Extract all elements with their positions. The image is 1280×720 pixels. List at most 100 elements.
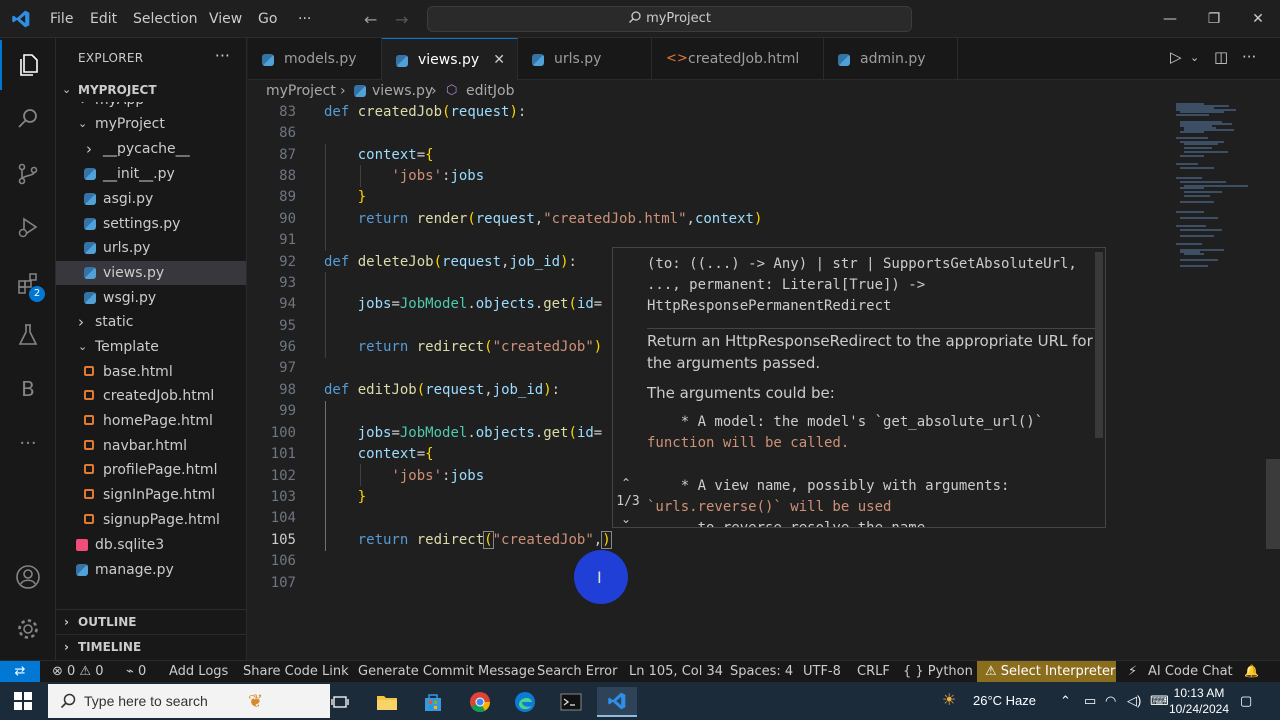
hover-bullet-model-cont: function will be called. <box>647 435 850 451</box>
explorer-activity[interactable] <box>0 40 56 90</box>
tree-item[interactable]: ⌄ myApp <box>56 102 246 112</box>
outline-section[interactable]: › OUTLINE <box>56 609 246 633</box>
run-python-file-button[interactable]: ▷ <box>1170 48 1182 66</box>
more-views-activity[interactable]: ··· <box>0 418 56 468</box>
remote-indicator[interactable]: ⇄ <box>0 661 40 683</box>
b-extension-activity[interactable]: B <box>0 364 56 414</box>
tree-item[interactable]: asgi.py <box>56 187 246 211</box>
tree-item[interactable]: __init__.py <box>56 162 246 186</box>
extensions-activity[interactable]: 2 <box>0 259 56 309</box>
line-ending-setting[interactable]: CRLF <box>857 661 890 682</box>
vertical-scrollbar-thumb[interactable] <box>1266 459 1280 549</box>
tab-admin-py[interactable]: admin.py <box>824 38 958 80</box>
edge-taskbar-button[interactable] <box>505 687 545 717</box>
tree-item[interactable]: › __pycache__ <box>56 137 246 161</box>
menu-selection[interactable]: Selection <box>133 0 198 38</box>
next-overload-chevron-icon[interactable]: ⌄ <box>621 512 631 526</box>
breadcrumb-root[interactable]: myProject <box>266 80 336 102</box>
search-activity[interactable] <box>0 93 56 143</box>
command-center-search[interactable]: myProject <box>427 6 912 32</box>
ai-code-chat-button[interactable]: AI Code Chat <box>1148 661 1233 682</box>
menu-view[interactable]: View <box>209 0 242 38</box>
task-view-button[interactable] <box>320 687 360 717</box>
tree-item[interactable]: homePage.html <box>56 409 246 433</box>
tree-item[interactable]: › static <box>56 310 246 334</box>
breadcrumb-file[interactable]: views.py <box>372 80 433 102</box>
hover-documentation-popup[interactable]: (to: ((...) -> Any) | str | SupportsGetA… <box>612 247 1106 528</box>
weather-text[interactable]: 26°C Haze <box>973 682 1036 720</box>
project-root-header[interactable]: ⌄ MYPROJECT <box>56 78 246 102</box>
windows-start-icon[interactable] <box>14 692 32 710</box>
tree-item[interactable]: db.sqlite3 <box>56 533 246 557</box>
back-arrow-icon[interactable]: ← <box>364 10 377 29</box>
previous-overload-chevron-icon[interactable]: ⌃ <box>621 476 631 490</box>
indentation-setting[interactable]: Spaces: 4 <box>730 661 793 682</box>
share-code-link-button[interactable]: Share Code Link <box>243 661 349 682</box>
microsoft-store-taskbar-button[interactable] <box>413 687 453 717</box>
menu-go[interactable]: Go <box>258 0 277 38</box>
tray-overflow-chevron-icon[interactable]: ⌃ <box>1060 682 1071 720</box>
run-dropdown-icon[interactable]: ⌄ <box>1190 51 1199 64</box>
vscode-taskbar-button[interactable] <box>597 687 637 717</box>
network-icon[interactable]: ▭ <box>1084 682 1096 720</box>
encoding-setting[interactable]: UTF-8 <box>803 661 841 682</box>
explorer-more-button[interactable]: ··· <box>215 46 230 65</box>
tree-item[interactable]: views.py <box>56 261 246 285</box>
tree-item[interactable]: urls.py <box>56 236 246 260</box>
hover-scrollbar-thumb[interactable] <box>1095 252 1103 438</box>
testing-activity[interactable] <box>0 310 56 360</box>
task-view-icon <box>331 696 349 708</box>
close-tab-icon[interactable]: ✕ <box>493 39 505 81</box>
ports-indicator[interactable]: ⌁ 0 <box>126 661 146 682</box>
file-explorer-taskbar-button[interactable] <box>367 687 407 717</box>
minimize-button[interactable]: — <box>1148 0 1192 38</box>
tree-item[interactable]: manage.py <box>56 558 246 582</box>
tree-item[interactable]: profilePage.html <box>56 458 246 482</box>
forward-arrow-icon[interactable]: → <box>395 10 408 29</box>
language-mode[interactable]: { } Python <box>903 661 973 682</box>
timeline-section[interactable]: › TIMELINE <box>56 634 246 658</box>
problems-indicator[interactable]: ⊗ 0 ⚠ 0 <box>52 661 104 682</box>
tab-urls-py[interactable]: urls.py <box>518 38 652 80</box>
menu-file[interactable]: File <box>50 0 73 38</box>
minimap[interactable] <box>1174 102 1266 302</box>
menu-more[interactable]: ··· <box>298 0 311 38</box>
wifi-icon[interactable]: ◠ <box>1105 682 1116 720</box>
restore-button[interactable]: ❐ <box>1192 0 1236 38</box>
generate-commit-message-button[interactable]: Generate Commit Message <box>358 661 535 682</box>
tree-item[interactable]: signInPage.html <box>56 483 246 507</box>
cursor-position[interactable]: Ln 105, Col 34 <box>629 661 723 682</box>
notification-center-icon[interactable]: ▢ <box>1240 682 1252 720</box>
split-editor-icon[interactable]: ◫ <box>1214 48 1228 66</box>
search-error-button[interactable]: Search Error <box>537 661 617 682</box>
taskbar-search-box[interactable]: Type here to search ❦ <box>48 684 330 718</box>
tree-item[interactable]: signupPage.html <box>56 508 246 532</box>
close-window-button[interactable]: ✕ <box>1236 0 1280 38</box>
breadcrumb-symbol[interactable]: editJob <box>466 80 514 102</box>
tab-models-py[interactable]: models.py <box>248 38 382 80</box>
terminal-taskbar-button[interactable] <box>551 687 591 717</box>
run-debug-activity[interactable] <box>0 202 56 252</box>
accounts-activity[interactable] <box>0 552 56 602</box>
chrome-taskbar-button[interactable] <box>460 687 500 717</box>
taskbar-clock[interactable]: 10:13 AM 10/24/2024 <box>1166 685 1232 717</box>
b-extension-icon: B <box>21 377 35 401</box>
volume-icon[interactable]: ◁) <box>1127 682 1141 720</box>
tree-item[interactable]: ⌄ Template <box>56 335 246 359</box>
tab-createdjob-html[interactable]: <> createdJob.html <box>652 38 824 80</box>
tree-item[interactable]: base.html <box>56 360 246 384</box>
add-logs-button[interactable]: Add Logs <box>169 661 228 682</box>
tree-item[interactable]: navbar.html <box>56 434 246 458</box>
source-control-activity[interactable] <box>0 149 56 199</box>
tree-item[interactable]: wsgi.py <box>56 286 246 310</box>
tree-item[interactable]: createdJob.html <box>56 384 246 408</box>
tree-item[interactable]: settings.py <box>56 212 246 236</box>
select-interpreter-button[interactable]: ⚠ Select Interpreter <box>985 661 1115 682</box>
more-actions-icon[interactable]: ··· <box>1242 48 1256 66</box>
tree-item[interactable]: ⌄ myProject <box>56 112 246 136</box>
notifications-bell-icon[interactable]: 🔔 <box>1244 661 1259 682</box>
code-editor[interactable]: 83 86 87 88 89 90 91 92 93 94 95 96 97 98 99 100 101 102 1… <box>248 102 1280 660</box>
tab-views-py[interactable]: views.py ✕ <box>382 38 518 80</box>
menu-edit[interactable]: Edit <box>90 0 117 38</box>
manage-activity[interactable] <box>0 604 56 654</box>
